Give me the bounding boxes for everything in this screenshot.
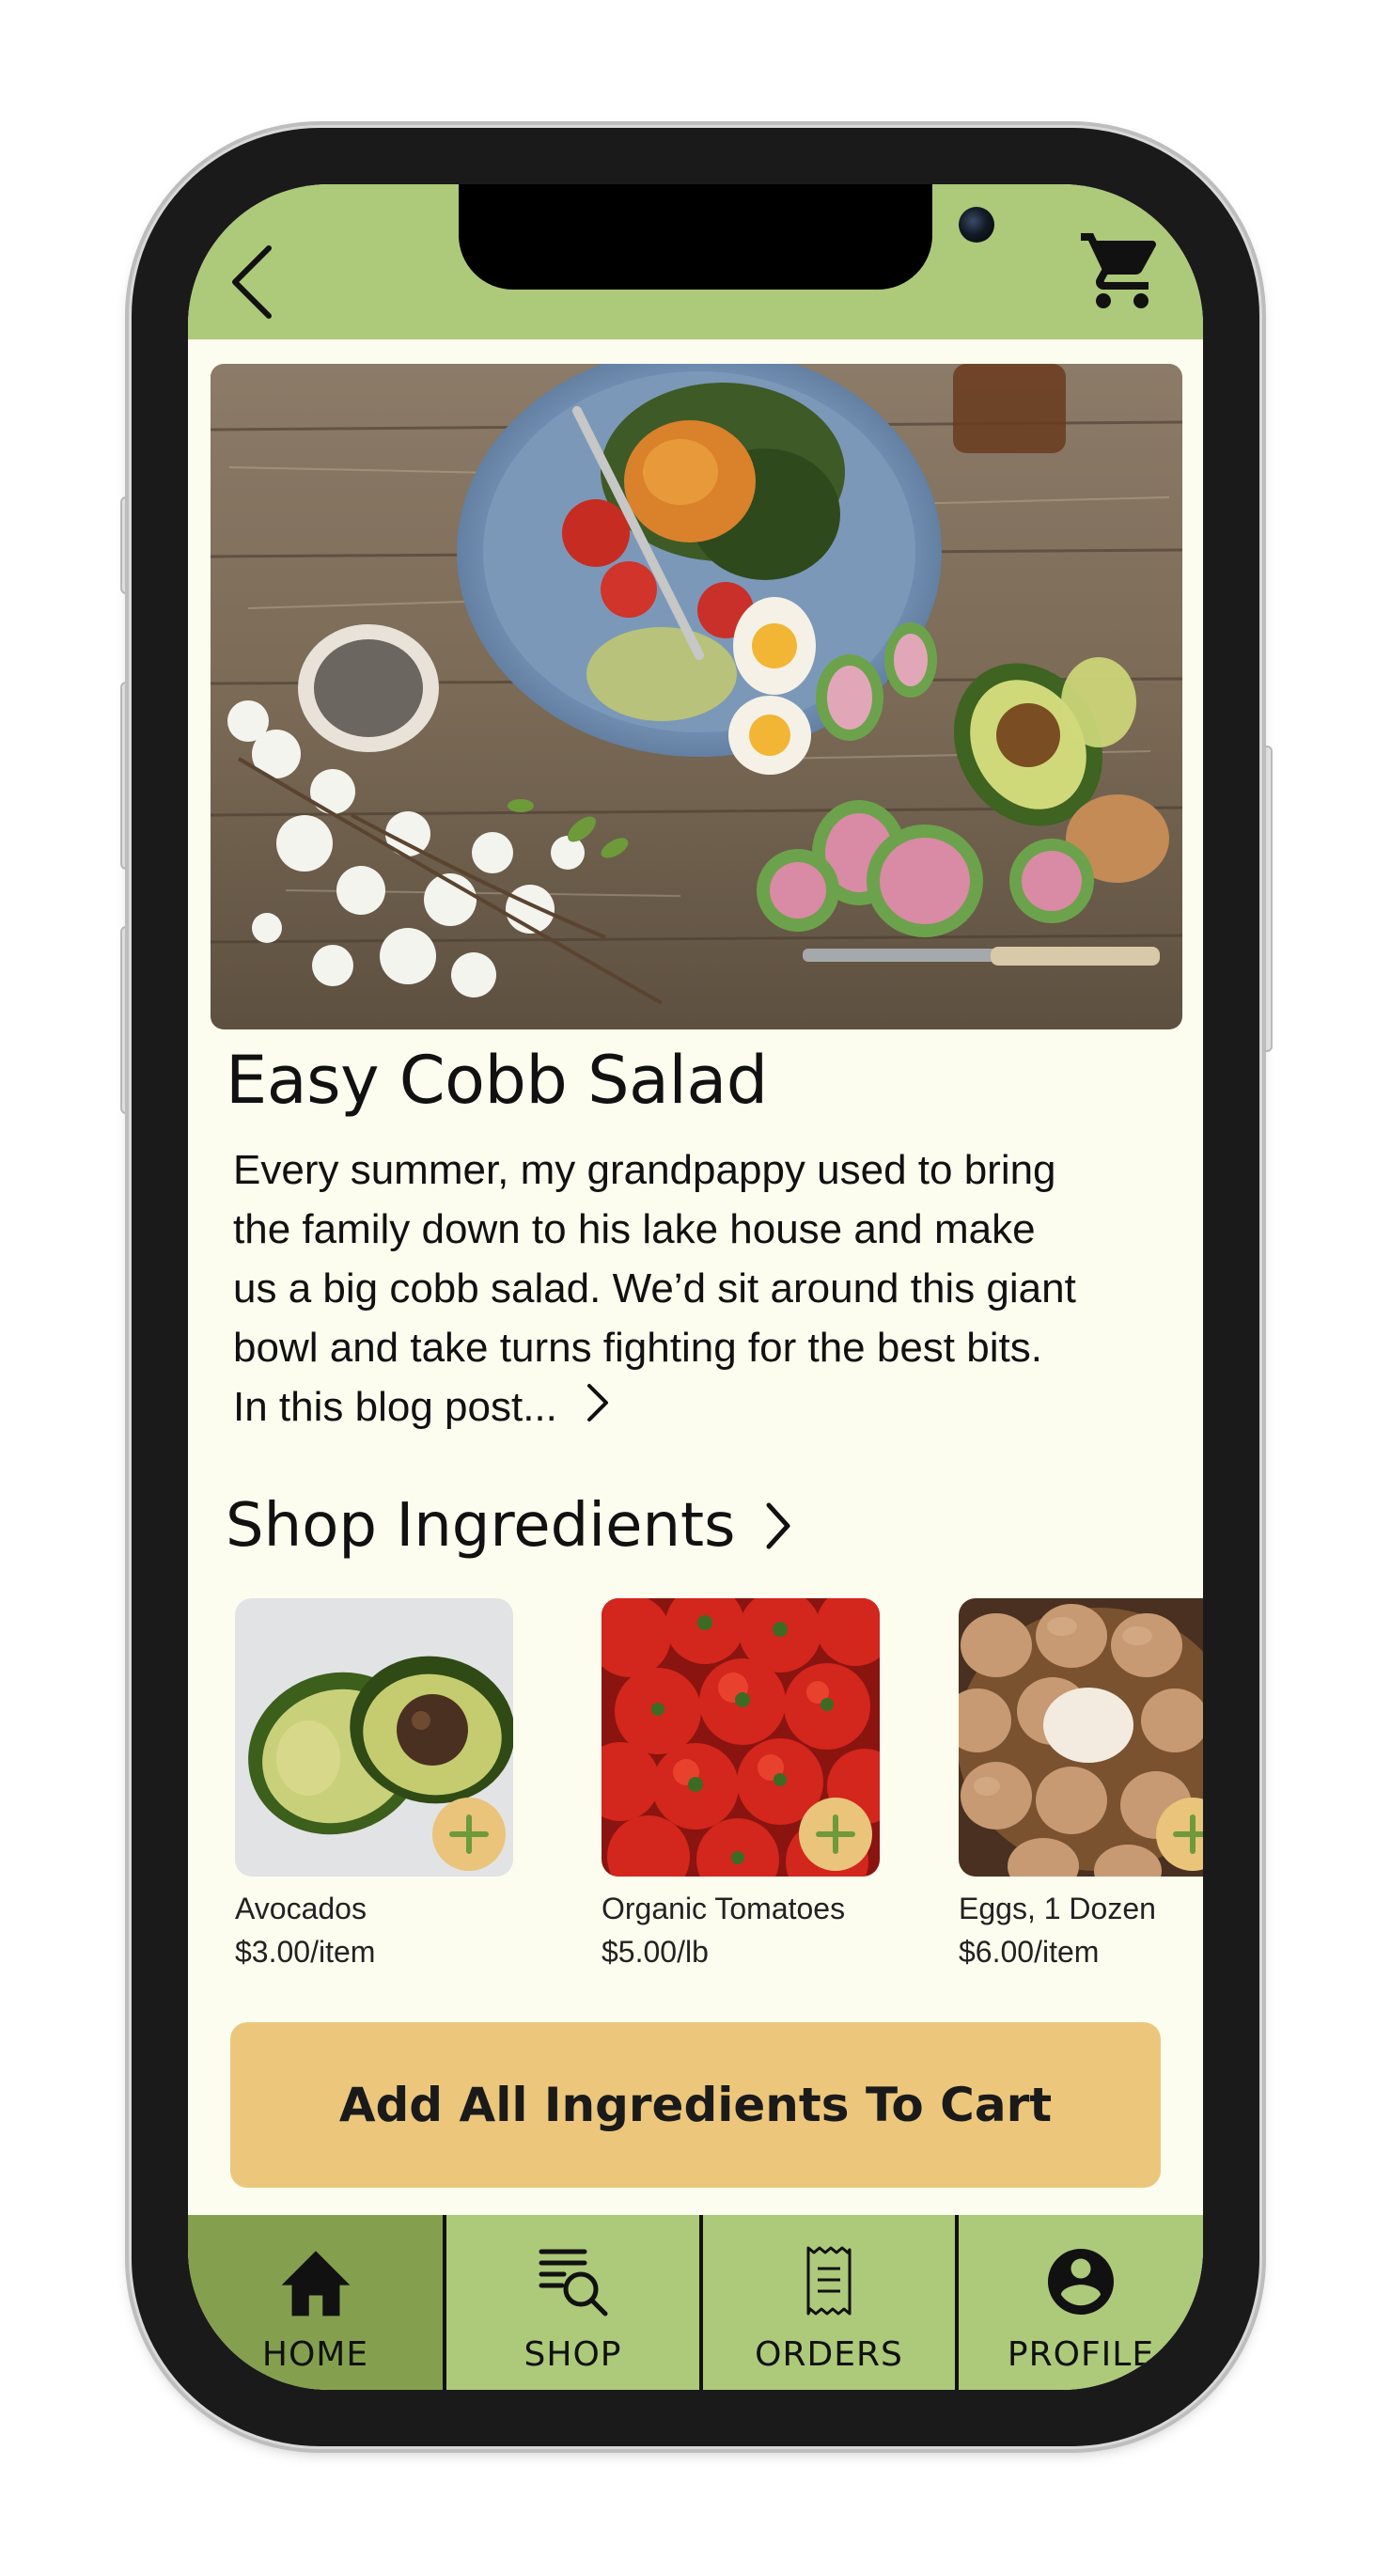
product-card-eggs[interactable]: Eggs, 1 Dozen $6.00/item (959, 1598, 1203, 1969)
product-price: $5.00/lb (602, 1935, 709, 1969)
recipe-description: Every summer, my grandpappy used to brin… (233, 1140, 1184, 1439)
home-icon (281, 2251, 350, 2317)
device-notch (459, 184, 994, 290)
product-card-avocados[interactable]: Avocados $3.00/item (235, 1598, 517, 1969)
read-more-chevron-icon[interactable] (584, 1380, 610, 1439)
tab-orders[interactable]: ORDERS (699, 2215, 955, 2390)
product-price: $6.00/item (959, 1935, 1100, 1969)
recipe-description-line: us a big cobb salad. We’d sit around thi… (233, 1265, 1076, 1312)
recipe-description-line: the family down to his lake house and ma… (233, 1206, 1036, 1252)
recipe-description-line: Every summer, my grandpappy used to brin… (233, 1147, 1056, 1193)
shop-ingredients-link[interactable]: Shop Ingredients (226, 1491, 793, 1561)
add-tomatoes-button[interactable] (799, 1798, 872, 1871)
recipe-description-line: bowl and take turns fighting for the bes… (233, 1325, 1042, 1371)
bottom-tab-bar: HOME SHOP ORDERS PROFILE (188, 2215, 1203, 2390)
back-button[interactable] (227, 243, 284, 322)
plus-icon (449, 1814, 489, 1854)
plus-icon (816, 1814, 855, 1854)
search-list-icon (539, 2249, 607, 2317)
add-avocados-button[interactable] (432, 1798, 506, 1871)
product-price: $3.00/item (235, 1935, 376, 1969)
cart-button[interactable] (1077, 226, 1167, 316)
product-card-tomatoes[interactable]: Organic Tomatoes $5.00/lb (602, 1598, 883, 1969)
product-image-avocados (235, 1598, 513, 1877)
tab-label: PROFILE (1007, 2335, 1155, 2374)
power-button (1259, 746, 1273, 1052)
recipe-title: Easy Cobb Salad (226, 1042, 768, 1119)
shop-ingredients-title: Shop Ingredients (226, 1491, 736, 1561)
front-camera (959, 207, 994, 243)
chevron-right-icon (766, 1502, 790, 1549)
recipe-hero-image (211, 364, 1182, 1029)
tab-profile[interactable]: PROFILE (955, 2215, 1203, 2390)
plus-icon (1173, 1814, 1203, 1854)
tab-label: ORDERS (755, 2335, 903, 2374)
recipe-description-line: In this blog post... (233, 1377, 1184, 1439)
tab-label: SHOP (524, 2335, 622, 2374)
tab-home[interactable]: HOME (188, 2215, 443, 2390)
profile-icon (1048, 2249, 1114, 2315)
product-image-tomatoes (602, 1598, 880, 1877)
read-more-text[interactable]: In this blog post... (233, 1384, 557, 1430)
product-name: Avocados (235, 1892, 367, 1925)
shopping-cart-icon (1081, 233, 1157, 308)
product-name: Organic Tomatoes (602, 1892, 846, 1925)
tab-shop[interactable]: SHOP (443, 2215, 699, 2390)
add-all-to-cart-button[interactable]: Add All Ingredients To Cart (230, 2022, 1161, 2188)
product-name: Eggs, 1 Dozen (959, 1892, 1156, 1925)
chevron-left-icon (232, 245, 272, 319)
tab-label: HOME (261, 2335, 369, 2374)
product-image-eggs (959, 1598, 1203, 1877)
receipt-icon (806, 2246, 852, 2316)
app-screen: Easy Cobb Salad Every summer, my grandpa… (188, 184, 1203, 2390)
